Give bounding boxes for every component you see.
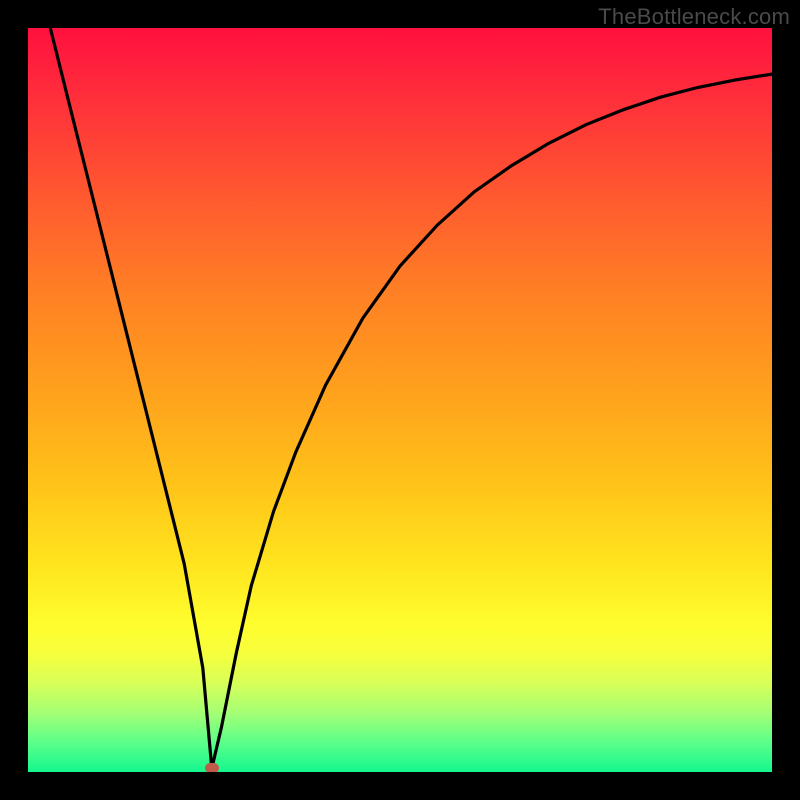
chart-frame: TheBottleneck.com <box>0 0 800 800</box>
plot-area <box>28 28 772 772</box>
curve-svg <box>28 28 772 772</box>
watermark-text: TheBottleneck.com <box>598 4 790 30</box>
bottleneck-marker <box>205 763 219 772</box>
curve-path <box>50 28 772 768</box>
